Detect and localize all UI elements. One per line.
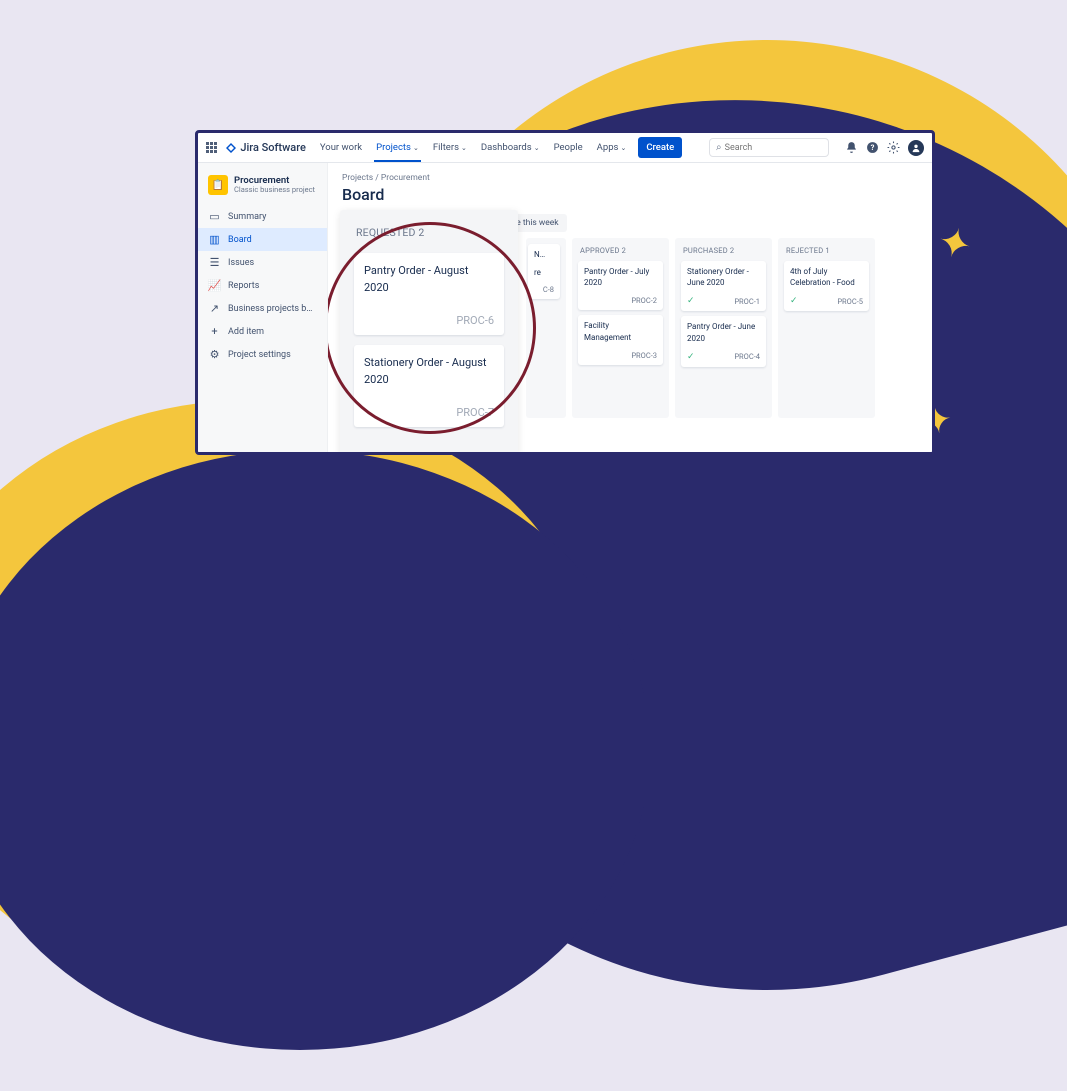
sidebar-item-label: Reports: [228, 281, 259, 291]
board-icon: ▥: [208, 233, 221, 246]
column-header: REJECTED 1: [784, 244, 869, 257]
column-header: PURCHASED 2: [681, 244, 766, 257]
card-key: PROC-2: [631, 296, 657, 305]
check-icon: ✓: [790, 296, 798, 306]
card[interactable]: Pantry Order - July 2020 PROC-2: [578, 261, 663, 310]
create-button[interactable]: Create: [638, 137, 682, 158]
column-header: Requested 2: [354, 224, 504, 241]
card-key: PROC-3: [631, 351, 657, 360]
column-approved: APPROVED 2 Pantry Order - July 2020 PROC-2…: [572, 238, 669, 418]
sidebar-item-label: Add item: [228, 327, 264, 337]
check-icon: ✓: [687, 352, 695, 362]
card[interactable]: Stationery Order - June 2020 ✓ PROC-1: [681, 261, 766, 311]
notifications-icon[interactable]: [845, 141, 858, 154]
card-key: PROC-7: [364, 406, 494, 419]
sidebar-item-label: Business projects b…: [228, 304, 312, 314]
topbar: Jira Software Your work Projects⌄ Filters⌄…: [198, 133, 932, 163]
nav-people[interactable]: People: [552, 134, 585, 161]
nav-dashboards[interactable]: Dashboards⌄: [479, 134, 542, 161]
card-title: 4th of July Celebration - Food: [790, 266, 863, 288]
card-key: PROC-4: [734, 352, 760, 361]
card[interactable]: N…reC-8: [528, 244, 560, 299]
add-icon: +: [208, 325, 221, 338]
breadcrumb: Projects / Procurement: [342, 173, 918, 183]
profile-avatar[interactable]: [908, 140, 924, 156]
card-title: Stationery Order - August 2020: [364, 355, 494, 388]
card-key: PROC-6: [364, 314, 494, 327]
card[interactable]: Facility Management PROC-3: [578, 315, 663, 364]
primary-nav: Your work Projects⌄ Filters⌄ Dashboards⌄ Peo…: [318, 134, 628, 161]
sidebar-item-label: Summary: [228, 212, 266, 222]
search-icon: ⌕: [716, 142, 722, 153]
product-name: Jira Software: [240, 141, 306, 154]
card[interactable]: 4th of July Celebration - Food ✓ PROC-5: [784, 261, 869, 311]
nav-your-work[interactable]: Your work: [318, 134, 364, 161]
card-title: Pantry Order - August 2020: [364, 263, 494, 296]
column-in-progress: N…reC-8: [526, 238, 566, 418]
nav-filters[interactable]: Filters⌄: [431, 134, 469, 161]
card-key: C-8: [534, 285, 554, 294]
card-title: N…: [534, 249, 554, 260]
column-rejected: REJECTED 1 4th of July Celebration - Food…: [778, 238, 875, 418]
card-title: Facility Management: [584, 320, 657, 342]
nav-projects[interactable]: Projects⌄: [374, 134, 421, 161]
jira-icon: [225, 142, 237, 154]
project-header[interactable]: 📋 Procurement Classic business project: [198, 171, 327, 205]
card-title: Pantry Order - June 2020: [687, 321, 760, 343]
jira-window: Jira Software Your workProjects⌄Filters⌄…: [195, 130, 935, 455]
business-icon: ↗: [208, 302, 221, 315]
sidebar: 📋 Procurement Classic business project ▭…: [198, 163, 328, 452]
app-switcher-icon[interactable]: [206, 142, 217, 153]
card-key: PROC-1: [734, 297, 760, 306]
page-title: Board: [342, 185, 918, 204]
column-purchased: PURCHASED 2 Stationery Order - June 2020 ✓…: [675, 238, 772, 418]
check-icon: ✓: [687, 296, 695, 306]
sidebar-item-label: Project settings: [228, 350, 291, 360]
kanban-board: Requested 2 Pantry Order - August 2020PR…: [342, 238, 918, 418]
sidebar-item-label: Board: [228, 235, 252, 245]
main-content: Projects / Procurement Board Due this we…: [328, 163, 932, 452]
svg-text:?: ?: [871, 143, 875, 152]
card[interactable]: Pantry Order - June 2020 ✓ PROC-4: [681, 316, 766, 366]
card-title: Pantry Order - July 2020: [584, 266, 657, 288]
column-requested-highlight: Requested 2 Pantry Order - August 2020 PR…: [340, 210, 518, 452]
chevron-down-icon: ⌄: [534, 144, 540, 152]
reports-icon: 📈: [208, 279, 221, 292]
sidebar-item-summary[interactable]: ▭ Summary: [198, 205, 327, 228]
search-input[interactable]: [725, 143, 822, 153]
sidebar-item-reports[interactable]: 📈 Reports: [198, 274, 327, 297]
breadcrumb-link[interactable]: Procurement: [381, 173, 430, 183]
issues-icon: ☰: [208, 256, 221, 269]
chevron-down-icon: ⌄: [413, 144, 419, 152]
card-title: Stationery Order - June 2020: [687, 266, 760, 288]
settings-icon: ⚙: [208, 348, 221, 361]
summary-icon: ▭: [208, 210, 221, 223]
search-box[interactable]: ⌕: [709, 138, 829, 157]
sidebar-item-board[interactable]: ▥ Board: [198, 228, 327, 251]
settings-icon[interactable]: [887, 141, 900, 154]
project-icon: 📋: [208, 175, 228, 195]
sidebar-item-business[interactable]: ↗ Business projects b…: [198, 297, 327, 320]
jira-logo[interactable]: Jira Software: [225, 141, 306, 154]
help-icon[interactable]: ?: [866, 141, 879, 154]
card[interactable]: Stationery Order - August 2020 PROC-7: [354, 345, 504, 427]
chevron-down-icon: ⌄: [461, 144, 467, 152]
sidebar-item-issues[interactable]: ☰ Issues: [198, 251, 327, 274]
project-subtitle: Classic business project: [234, 186, 315, 194]
card[interactable]: Pantry Order - August 2020 PROC-6: [354, 253, 504, 335]
sidebar-item-add[interactable]: + Add item: [198, 320, 327, 343]
breadcrumb-link[interactable]: Projects: [342, 173, 373, 183]
chevron-down-icon: ⌄: [620, 144, 626, 152]
column-header: APPROVED 2: [578, 244, 663, 257]
sidebar-item-label: Issues: [228, 258, 254, 268]
card-key: PROC-5: [837, 297, 863, 306]
sidebar-item-settings[interactable]: ⚙ Project settings: [198, 343, 327, 366]
nav-apps[interactable]: Apps⌄: [595, 134, 629, 161]
